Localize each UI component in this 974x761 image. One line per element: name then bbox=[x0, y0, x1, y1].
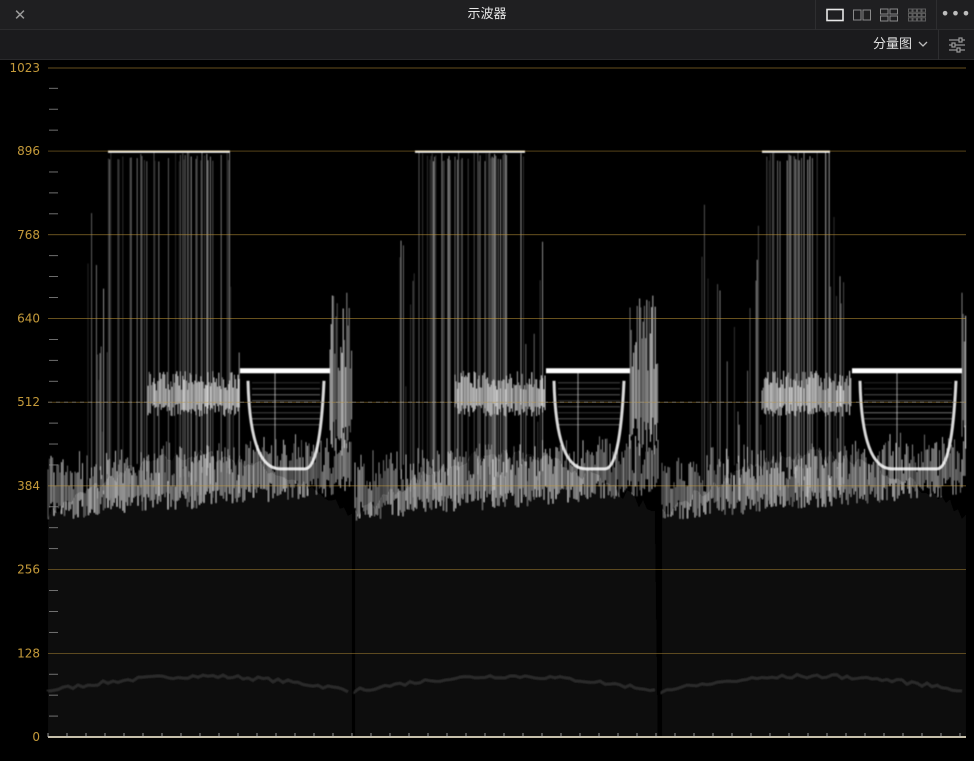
blue-channel-parade bbox=[660, 150, 967, 737]
dual-view-icon[interactable] bbox=[853, 8, 871, 22]
scale-label-512: 512 bbox=[17, 395, 40, 409]
waveform-scope: 1023 896 768 640 512 384 256 128 0 bbox=[0, 60, 974, 761]
scale-label-640: 640 bbox=[17, 311, 40, 325]
scope-settings-button[interactable] bbox=[938, 30, 974, 60]
scope-mode-label: 分量图 bbox=[872, 37, 912, 52]
scale-label-384: 384 bbox=[17, 479, 40, 493]
scale-label-768: 768 bbox=[17, 228, 40, 242]
scale-label-896: 896 bbox=[17, 144, 40, 158]
scale-label-256: 256 bbox=[17, 563, 40, 577]
single-view-icon[interactable] bbox=[826, 8, 844, 22]
green-channel-parade bbox=[353, 150, 659, 737]
layout-switcher bbox=[815, 0, 937, 30]
scale-label-128: 128 bbox=[17, 646, 40, 660]
eight-view-icon[interactable] bbox=[908, 8, 926, 22]
more-options-button[interactable]: ••• bbox=[938, 0, 974, 30]
scope-mode-dropdown[interactable]: 分量图 bbox=[873, 30, 930, 60]
scale-label-1023: 1023 bbox=[9, 61, 40, 75]
close-button[interactable]: ✕ bbox=[11, 6, 29, 24]
scope-toolbar: 分量图 bbox=[0, 30, 974, 60]
red-channel-parade bbox=[46, 150, 353, 737]
quad-view-icon[interactable] bbox=[880, 8, 898, 22]
scale-label-0: 0 bbox=[32, 730, 40, 744]
title-bar: ✕ 示波器 ••• bbox=[0, 0, 974, 30]
chevron-down-icon bbox=[918, 41, 928, 47]
parade-display: 1023 896 768 640 512 384 256 128 0 bbox=[9, 61, 967, 744]
sliders-icon bbox=[949, 37, 965, 53]
